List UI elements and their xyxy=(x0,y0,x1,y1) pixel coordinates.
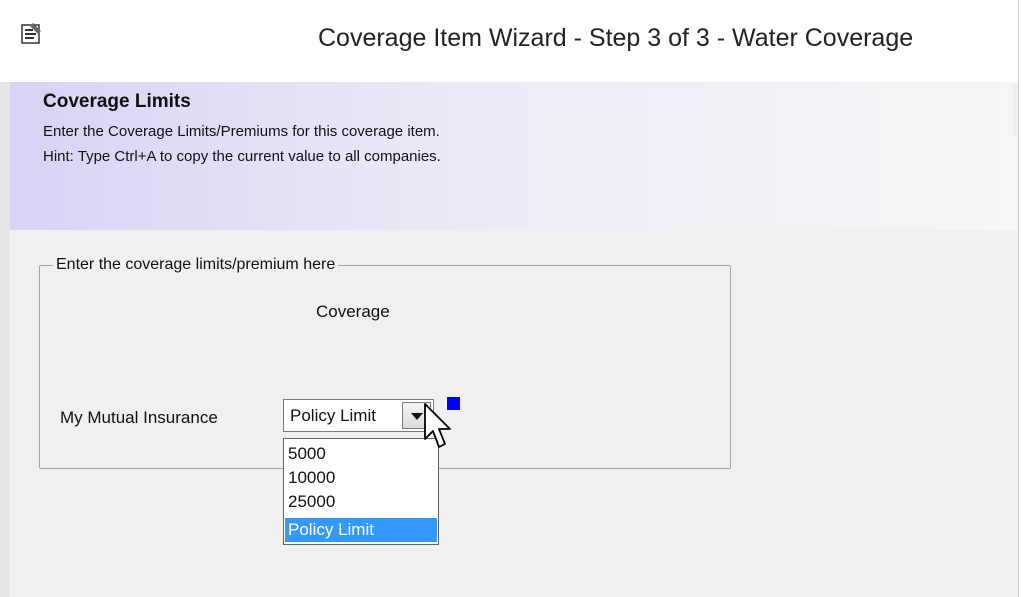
coverage-column-header: Coverage xyxy=(316,302,390,321)
coverage-limit-combobox[interactable]: Policy Limit xyxy=(283,399,434,432)
page-title: Coverage Limits xyxy=(43,91,191,112)
page-description: Enter the Coverage Limits/Premiums for t… xyxy=(43,123,440,140)
dropdown-option-10000[interactable]: 10000 xyxy=(285,466,437,490)
dropdown-option-policy-limit[interactable]: Policy Limit xyxy=(285,518,437,542)
dropdown-option-5000[interactable]: 5000 xyxy=(285,442,437,466)
title-bar[interactable]: Coverage Item Wizard - Step 3 of 3 - Wat… xyxy=(0,0,1023,82)
page-hint: Hint: Type Ctrl+A to copy the current va… xyxy=(43,148,441,165)
combobox-selected-value: Policy Limit xyxy=(290,406,376,425)
wizard-window: Coverage Item Wizard - Step 3 of 3 - Wat… xyxy=(0,0,1023,597)
company-name-label: My Mutual Insurance xyxy=(60,408,218,427)
window-title: Coverage Item Wizard - Step 3 of 3 - Wat… xyxy=(318,24,914,52)
left-edge xyxy=(0,82,10,597)
coverage-limit-dropdown-list[interactable]: 5000 10000 25000 Policy Limit xyxy=(283,438,439,545)
window-right-border xyxy=(1018,0,1023,597)
groupbox-legend: Enter the coverage limits/premium here xyxy=(53,256,339,274)
mouse-pointer-icon xyxy=(424,403,451,448)
dropdown-option-25000[interactable]: 25000 xyxy=(285,490,437,514)
wizard-app-icon[interactable] xyxy=(19,21,45,47)
